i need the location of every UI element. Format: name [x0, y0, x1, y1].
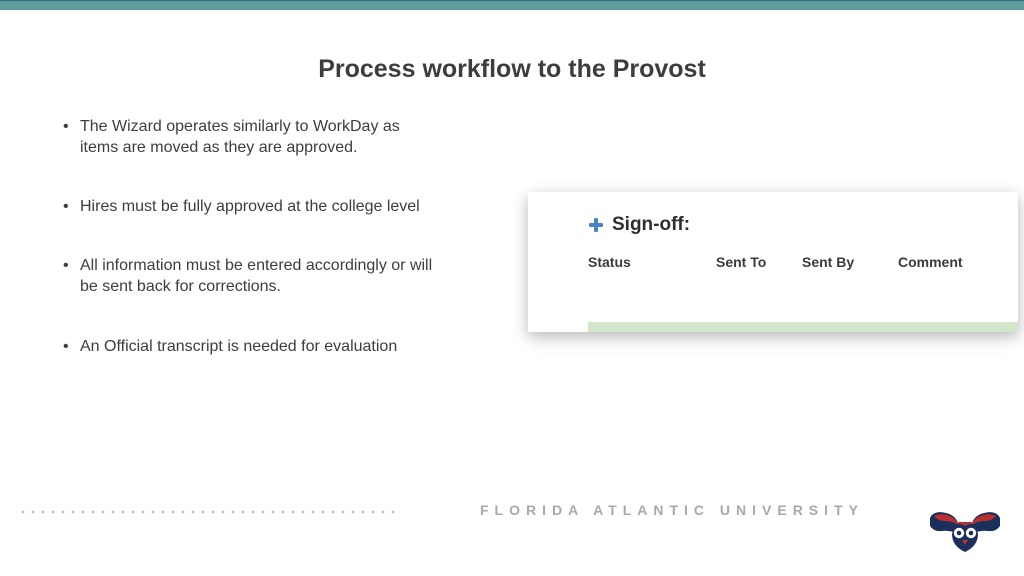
signoff-header: Sign-off:: [588, 214, 994, 236]
signoff-label: Sign-off:: [612, 214, 690, 236]
signoff-card: Sign-off: Status Sent To Sent By Comment: [528, 192, 1018, 332]
bullet-list: The Wizard operates similarly to WorkDay…: [60, 116, 440, 395]
bullet-item: An Official transcript is needed for eva…: [60, 336, 440, 357]
top-accent-bar: [0, 0, 1024, 10]
signoff-columns: Status Sent To Sent By Comment: [588, 254, 994, 270]
card-bottom-strip: [588, 322, 1018, 332]
plus-icon: [588, 217, 604, 233]
column-header-comment: Comment: [898, 254, 994, 270]
bullet-item: All information must be entered accordin…: [60, 255, 440, 297]
column-header-status: Status: [588, 254, 716, 270]
slide: Process workflow to the Provost The Wiza…: [0, 0, 1024, 576]
column-header-sent-by: Sent By: [802, 254, 898, 270]
slide-title: Process workflow to the Provost: [0, 55, 1024, 84]
fau-owl-logo: [928, 504, 1002, 554]
column-header-sent-to: Sent To: [716, 254, 802, 270]
dotted-divider: [18, 509, 400, 515]
footer-university-name: FLORIDA ATLANTIC UNIVERSITY: [480, 502, 864, 518]
bullet-item: Hires must be fully approved at the coll…: [60, 196, 440, 217]
bullet-item: The Wizard operates similarly to WorkDay…: [60, 116, 440, 158]
